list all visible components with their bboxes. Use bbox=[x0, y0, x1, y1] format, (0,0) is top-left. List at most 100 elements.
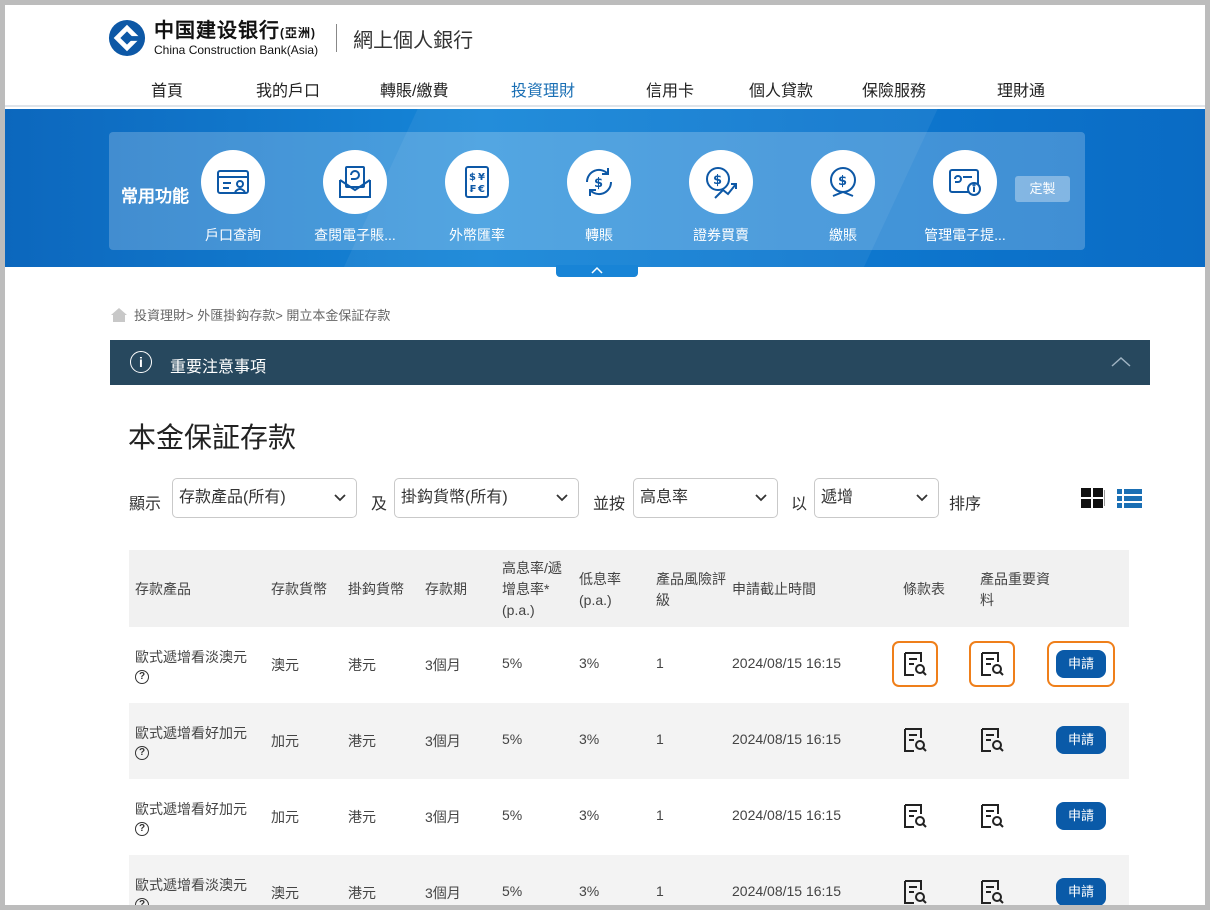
deposit-currency-cell: 澳元 bbox=[271, 657, 299, 673]
securities-chart-icon: $ bbox=[706, 167, 737, 199]
bank-logo[interactable]: 中国建设银行(亞洲) China Construction Bank(Asia)… bbox=[108, 19, 473, 57]
svg-text:$: $ bbox=[838, 174, 847, 189]
quick-item-e-alert[interactable]: 管理電子提... bbox=[905, 150, 1025, 245]
important-notice-bar[interactable]: i 重要注意事項 bbox=[110, 340, 1150, 385]
apply-button-wrapper: 申請 bbox=[1047, 717, 1115, 763]
grid-view-icon[interactable] bbox=[1081, 488, 1105, 510]
apply-button[interactable]: 申請 bbox=[1056, 878, 1106, 905]
collapse-quick-functions-button[interactable] bbox=[556, 265, 638, 277]
svg-text:€: € bbox=[477, 184, 485, 195]
quick-item-bill-payment[interactable]: $ 繳賬 bbox=[783, 150, 903, 245]
svg-text:$: $ bbox=[469, 172, 476, 183]
term-sheet-button[interactable] bbox=[892, 869, 938, 905]
chevron-up-icon bbox=[1111, 356, 1131, 367]
apply-button-wrapper: 申請 bbox=[1047, 869, 1115, 905]
apply-button[interactable]: 申請 bbox=[1056, 650, 1106, 678]
linked-currency-cell: 港元 bbox=[348, 885, 376, 901]
nav-insurance[interactable]: 保險服務 bbox=[862, 77, 926, 101]
col-term-sheet: 條款表 bbox=[903, 581, 945, 597]
key-facts-button[interactable] bbox=[969, 717, 1015, 763]
col-deposit-currency: 存款貨幣 bbox=[271, 581, 327, 597]
sort-order-value: 遞增 bbox=[821, 489, 854, 506]
risk-rating-cell: 1 bbox=[656, 807, 664, 823]
table-row: 歐式遞增看淡澳元? 澳元 港元 3個月 5% 3% 1 2024/08/15 16:15 申請 bbox=[129, 855, 1129, 905]
svg-text:¥: ¥ bbox=[478, 172, 485, 183]
quick-item-label: 證券買賣 bbox=[693, 227, 749, 243]
svg-text:$: $ bbox=[713, 173, 722, 188]
term-cell: 3個月 bbox=[425, 809, 461, 825]
col-term: 存款期 bbox=[425, 581, 467, 597]
nav-home[interactable]: 首頁 bbox=[151, 77, 183, 101]
product-cell: 歐式遞增看淡澳元? bbox=[135, 877, 247, 905]
deadline-cell: 2024/08/15 16:15 bbox=[732, 731, 841, 747]
linked-currency-select[interactable]: 掛鈎貨幣(所有) bbox=[394, 478, 579, 518]
term-cell: 3個月 bbox=[425, 657, 461, 673]
help-icon[interactable]: ? bbox=[135, 898, 149, 905]
product-cell: 歐式遞增看好加元? bbox=[135, 801, 247, 836]
home-icon[interactable] bbox=[110, 307, 128, 323]
nav-personal-loan[interactable]: 個人貸款 bbox=[749, 77, 813, 101]
nav-my-account[interactable]: 我的戶口 bbox=[256, 77, 320, 101]
email-document-icon bbox=[339, 166, 371, 198]
customize-button[interactable]: 定製 bbox=[1015, 176, 1070, 202]
deadline-cell: 2024/08/15 16:15 bbox=[732, 807, 841, 823]
quick-item-label: 戶口查詢 bbox=[205, 227, 261, 243]
term-sheet-button[interactable] bbox=[892, 641, 938, 687]
document-search-icon bbox=[981, 880, 1004, 904]
breadcrumb-text[interactable]: 投資理財> 外匯掛鈎存款> 開立本金保証存款 bbox=[134, 305, 390, 324]
apply-button[interactable]: 申請 bbox=[1056, 726, 1106, 754]
key-facts-button[interactable] bbox=[969, 869, 1015, 905]
term-cell: 3個月 bbox=[425, 733, 461, 749]
product-cell: 歐式遞增看好加元? bbox=[135, 725, 247, 760]
quick-item-e-statement[interactable]: 查閱電子賬... bbox=[295, 150, 415, 245]
table-row: 歐式遞增看淡澳元? 澳元 港元 3個月 5% 3% 1 2024/08/15 16:15 申請 bbox=[129, 627, 1129, 703]
key-facts-button[interactable] bbox=[969, 793, 1015, 839]
quick-item-transfer[interactable]: $ 轉賬 bbox=[539, 150, 659, 245]
svg-text:$: $ bbox=[594, 176, 603, 191]
deposit-currency-cell: 澳元 bbox=[271, 885, 299, 901]
risk-rating-cell: 1 bbox=[656, 655, 664, 671]
term-sheet-button[interactable] bbox=[892, 717, 938, 763]
help-icon[interactable]: ? bbox=[135, 746, 149, 760]
site-header: 中国建设银行(亞洲) China Construction Bank(Asia)… bbox=[5, 5, 1205, 107]
help-icon[interactable]: ? bbox=[135, 822, 149, 836]
key-facts-button[interactable] bbox=[969, 641, 1015, 687]
nav-transfer-payment[interactable]: 轉賬/繳費 bbox=[380, 77, 448, 101]
term-sheet-button[interactable] bbox=[892, 793, 938, 839]
table-body: 歐式遞增看淡澳元? 澳元 港元 3個月 5% 3% 1 2024/08/15 16:15 申請歐… bbox=[129, 627, 1129, 905]
nav-credit-card[interactable]: 信用卡 bbox=[646, 77, 694, 101]
quick-functions-panel: 常用功能 戶口查詢 查閱電子賬... $ ¥ ₣ € 外幣匯率 $ 轉賬 $ 證… bbox=[109, 132, 1085, 250]
account-card-icon bbox=[217, 170, 249, 194]
chevron-down-icon bbox=[334, 494, 346, 502]
main-nav: 首頁 我的戶口 轉賬/繳費 投資理財 信用卡 個人貸款 保險服務 理財通 bbox=[5, 77, 1205, 103]
product-name[interactable]: 歐式遞增看好加元 bbox=[135, 725, 247, 741]
deadline-cell: 2024/08/15 16:15 bbox=[732, 655, 841, 671]
chevron-down-icon bbox=[916, 494, 928, 502]
product-name[interactable]: 歐式遞增看淡澳元 bbox=[135, 649, 247, 665]
product-name[interactable]: 歐式遞增看好加元 bbox=[135, 801, 247, 817]
quick-functions-band: 常用功能 戶口查詢 查閱電子賬... $ ¥ ₣ € 外幣匯率 $ 轉賬 $ 證… bbox=[5, 109, 1205, 267]
nav-wealth-connect[interactable]: 理財通 bbox=[997, 77, 1045, 101]
chevron-up-icon bbox=[591, 266, 603, 274]
sort-field-select[interactable]: 高息率 bbox=[633, 478, 778, 518]
quick-item-label: 繳賬 bbox=[829, 227, 857, 243]
nav-investment[interactable]: 投資理財 bbox=[511, 77, 575, 101]
col-risk-rating: 產品風險評級 bbox=[656, 571, 726, 608]
high-rate-cell: 5% bbox=[502, 655, 523, 671]
high-rate-cell: 5% bbox=[502, 731, 523, 747]
quick-item-account-enquiry[interactable]: 戶口查詢 bbox=[173, 150, 293, 245]
sort-order-select[interactable]: 遞增 bbox=[814, 478, 939, 518]
deposit-currency-cell: 加元 bbox=[271, 809, 299, 825]
apply-button[interactable]: 申請 bbox=[1056, 802, 1106, 830]
product-select[interactable]: 存款產品(所有) bbox=[172, 478, 357, 518]
low-rate-cell: 3% bbox=[579, 883, 600, 899]
quick-item-fx-rate[interactable]: $ ¥ ₣ € 外幣匯率 bbox=[417, 150, 537, 245]
help-icon[interactable]: ? bbox=[135, 670, 149, 684]
list-view-icon[interactable] bbox=[1117, 488, 1143, 510]
product-name[interactable]: 歐式遞增看淡澳元 bbox=[135, 877, 247, 893]
linked-currency-cell: 港元 bbox=[348, 657, 376, 673]
sort-label: 排序 bbox=[949, 496, 982, 513]
quick-item-securities[interactable]: $ 證券買賣 bbox=[661, 150, 781, 245]
risk-rating-cell: 1 bbox=[656, 731, 664, 747]
chevron-down-icon bbox=[556, 494, 568, 502]
